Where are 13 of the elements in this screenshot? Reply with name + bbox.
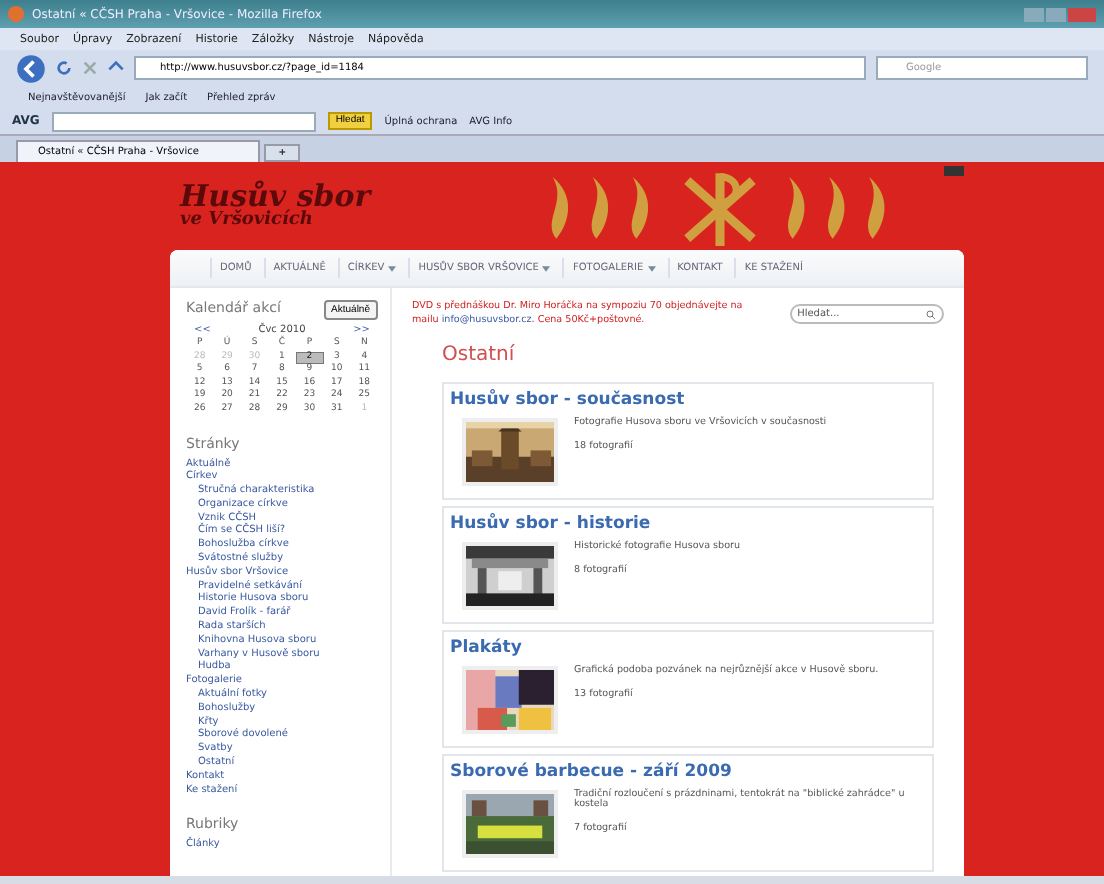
gallery-title[interactable]: Husův sbor - současnost <box>450 390 926 410</box>
window-controls-icon[interactable] <box>1024 7 1096 21</box>
site-subtitle: ve Vršovicích <box>180 211 315 228</box>
gallery-title[interactable]: Sborové barbecue - září 2009 <box>450 762 926 782</box>
home-icon[interactable] <box>108 60 124 76</box>
toolbar-search-field[interactable] <box>51 111 316 131</box>
browser-icon <box>8 6 24 22</box>
reload-icon[interactable] <box>56 60 72 76</box>
search-icon <box>926 309 936 319</box>
back-icon[interactable] <box>16 53 46 83</box>
page-title: Ostatní <box>442 344 517 366</box>
gallery-title[interactable]: Husův sbor - historie <box>450 514 926 534</box>
gallery-title[interactable]: Plakáty <box>450 638 926 658</box>
